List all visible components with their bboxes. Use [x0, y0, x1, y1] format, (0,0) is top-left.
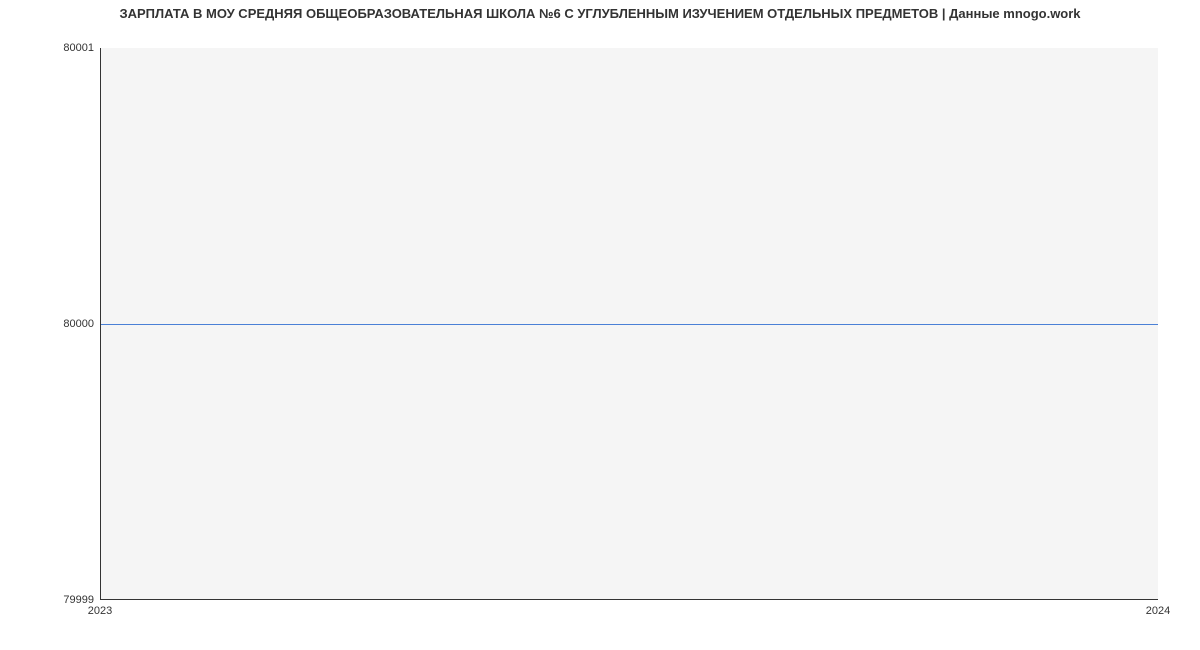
y-tick-label: 80001 [63, 42, 94, 54]
x-tick-label: 2023 [88, 605, 112, 617]
plot-area [100, 48, 1158, 600]
data-series-line [101, 324, 1158, 326]
chart-title: ЗАРПЛАТА В МОУ СРЕДНЯЯ ОБЩЕОБРАЗОВАТЕЛЬН… [0, 0, 1200, 21]
y-tick-label: 80000 [63, 318, 94, 330]
x-tick-label: 2024 [1146, 605, 1170, 617]
